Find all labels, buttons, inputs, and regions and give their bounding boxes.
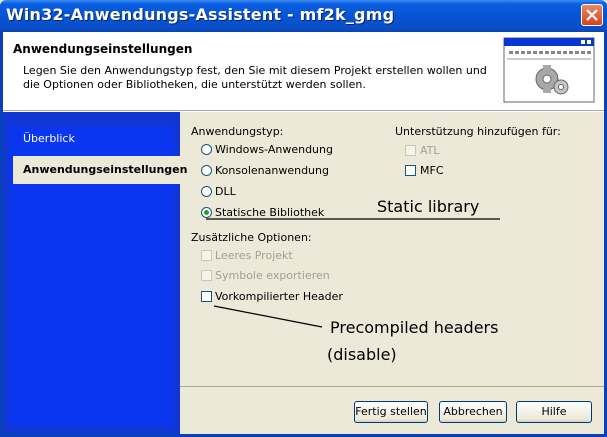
cancel-button[interactable]: Abbrechen <box>439 401 507 423</box>
help-button[interactable]: Hilfe <box>516 401 592 423</box>
button-separator <box>180 386 604 387</box>
finish-button[interactable]: Fertig stellen <box>354 401 428 423</box>
annotation-static-library: Static library <box>377 197 480 216</box>
annotation-precompiled-headers: Precompiled headers <box>330 318 499 337</box>
annotation-disable: (disable) <box>327 345 397 364</box>
precompiled-pointer-line <box>213 305 323 328</box>
annotation-lines <box>206 218 500 328</box>
